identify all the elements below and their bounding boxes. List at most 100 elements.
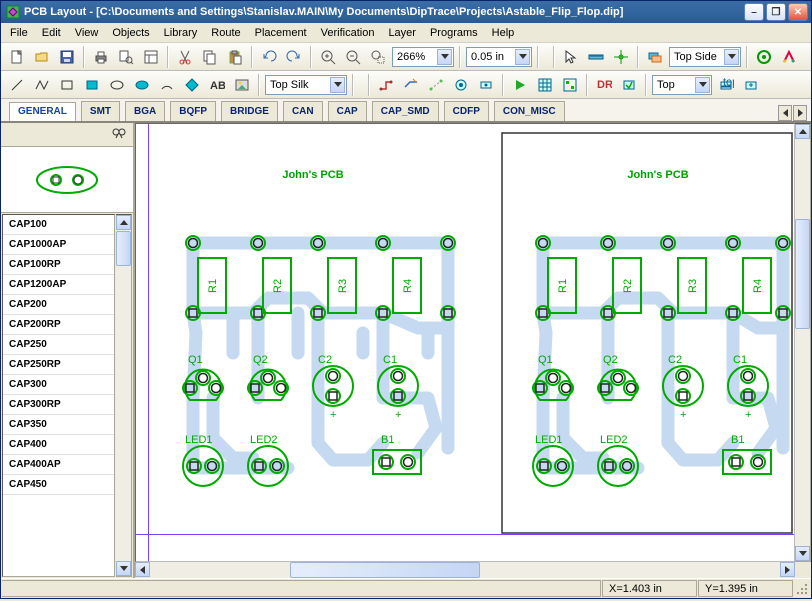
list-item[interactable]: CAP350 [3, 415, 114, 435]
rect-fill-tool[interactable] [81, 74, 103, 96]
list-item[interactable]: CAP250RP [3, 355, 114, 375]
drc-button[interactable] [753, 46, 775, 68]
ratline-button[interactable] [425, 74, 447, 96]
zoom-in-button[interactable] [317, 46, 339, 68]
list-item[interactable]: CAP300 [3, 375, 114, 395]
menu-view[interactable]: View [69, 25, 105, 41]
silk-layer-combo[interactable]: Top Silk [265, 75, 347, 95]
layer-display-button[interactable] [644, 46, 666, 68]
titles-button[interactable] [140, 46, 162, 68]
canvas-hscroll[interactable] [135, 562, 811, 578]
grid-settings-button[interactable] [534, 74, 556, 96]
text-tool[interactable]: ABC [206, 74, 228, 96]
list-item[interactable]: CAP1200AP [3, 275, 114, 295]
image-tool[interactable] [231, 74, 253, 96]
layer-add-button[interactable] [740, 74, 762, 96]
list-item[interactable]: CAP200 [3, 295, 114, 315]
polyline-tool[interactable] [31, 74, 53, 96]
menu-file[interactable]: File [4, 25, 34, 41]
measure-button[interactable] [585, 46, 607, 68]
tab-scroll-right[interactable] [793, 105, 807, 121]
tab-cap-smd[interactable]: CAP_SMD [372, 101, 439, 121]
grid-combo[interactable]: 0.05 in [466, 47, 532, 67]
cursor-button[interactable] [560, 46, 582, 68]
preview-button[interactable] [115, 46, 137, 68]
list-item[interactable]: CAP450 [3, 475, 114, 495]
list-item[interactable]: CAP400AP [3, 455, 114, 475]
origin-button[interactable] [610, 46, 632, 68]
tab-bridge[interactable]: BRIDGE [221, 101, 278, 121]
drc-check-button[interactable]: DRC [593, 74, 615, 96]
menu-programs[interactable]: Programs [424, 25, 484, 41]
arc-tool[interactable] [156, 74, 178, 96]
about-icon[interactable] [778, 46, 800, 68]
save-button[interactable] [56, 46, 78, 68]
route-edit-button[interactable] [400, 74, 422, 96]
route-layer-combo[interactable]: Top [652, 75, 712, 95]
tab-cdfp[interactable]: CDFP [444, 101, 489, 121]
pad-button[interactable] [475, 74, 497, 96]
svg-text:+: + [330, 409, 336, 421]
tab-general[interactable]: GENERAL [9, 102, 76, 122]
design-canvas[interactable]: John's PCB R1 R2 R3 R4 Q1 Q2 [135, 123, 795, 562]
copy-button[interactable] [199, 46, 221, 68]
search-icon[interactable] [111, 126, 127, 143]
menu-help[interactable]: Help [486, 25, 521, 41]
tab-con-misc[interactable]: CON_MISC [494, 101, 565, 121]
paste-button[interactable] [224, 46, 246, 68]
route-manual-button[interactable] [375, 74, 397, 96]
list-item[interactable]: CAP300RP [3, 395, 114, 415]
menu-placement[interactable]: Placement [249, 25, 313, 41]
layer-side-combo[interactable]: Top Side [669, 47, 741, 67]
menu-verification[interactable]: Verification [315, 25, 381, 41]
list-item[interactable]: CAP1000AP [3, 235, 114, 255]
menu-layer[interactable]: Layer [382, 25, 422, 41]
list-item[interactable]: CAP100 [3, 215, 114, 235]
new-button[interactable] [6, 46, 28, 68]
tab-smt[interactable]: SMT [81, 101, 120, 121]
maximize-button[interactable]: ❐ [766, 3, 786, 21]
tab-can[interactable]: CAN [283, 101, 323, 121]
svg-text:Q2: Q2 [603, 354, 618, 366]
list-item[interactable]: CAP100RP [3, 255, 114, 275]
menu-route[interactable]: Route [205, 25, 246, 41]
list-item[interactable]: CAP400 [3, 435, 114, 455]
ellipse-fill-tool[interactable] [131, 74, 153, 96]
list-item[interactable]: CAP200RP [3, 315, 114, 335]
svg-text:+: + [680, 409, 686, 421]
zoom-combo[interactable]: 266% [392, 47, 454, 67]
canvas-vscroll[interactable] [795, 123, 811, 562]
tab-bga[interactable]: BGA [125, 101, 165, 121]
list-item[interactable]: CAP250 [3, 335, 114, 355]
close-button[interactable]: ✕ [788, 3, 808, 21]
layer-up-button[interactable]: top [715, 74, 737, 96]
tab-cap[interactable]: CAP [328, 101, 367, 121]
menu-bar: File Edit View Objects Library Route Pla… [1, 23, 811, 43]
part-list[interactable]: CAP100 CAP1000AP CAP100RP CAP1200AP CAP2… [2, 214, 115, 577]
undo-button[interactable] [258, 46, 280, 68]
poly-tool[interactable] [181, 74, 203, 96]
menu-library[interactable]: Library [158, 25, 204, 41]
cut-button[interactable] [174, 46, 196, 68]
tab-bqfp[interactable]: BQFP [170, 101, 216, 121]
minimize-button[interactable]: – [744, 3, 764, 21]
menu-objects[interactable]: Objects [106, 25, 155, 41]
print-button[interactable] [90, 46, 112, 68]
part-list-scrollbar[interactable] [116, 214, 132, 577]
menu-edit[interactable]: Edit [36, 25, 67, 41]
open-button[interactable] [31, 46, 53, 68]
play-button[interactable] [509, 74, 531, 96]
zoom-window-button[interactable] [367, 46, 389, 68]
line-tool[interactable] [6, 74, 28, 96]
zoom-out-button[interactable] [342, 46, 364, 68]
net-check-button[interactable] [618, 74, 640, 96]
autoplace-button[interactable] [559, 74, 581, 96]
pcb-right: John's PCB R1 R2 R3 R4 Q1 Q2 C2 C1 [508, 138, 795, 538]
via-button[interactable] [450, 74, 472, 96]
resize-grip[interactable] [793, 580, 811, 598]
rect-tool[interactable] [56, 74, 78, 96]
grid-value: 0.05 in [471, 51, 504, 63]
ellipse-tool[interactable] [106, 74, 128, 96]
redo-button[interactable] [283, 46, 305, 68]
tab-scroll-left[interactable] [778, 105, 792, 121]
